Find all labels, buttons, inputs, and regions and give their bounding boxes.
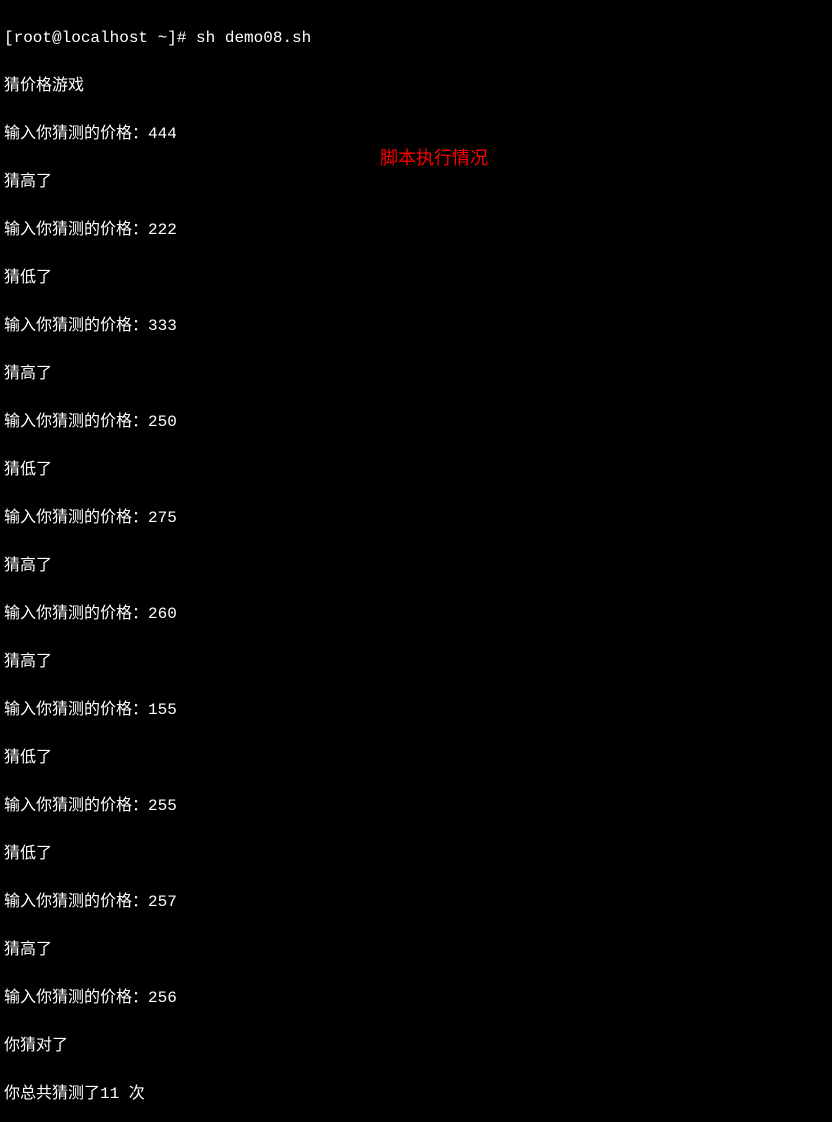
guess-prompt-line: 输入你猜测的价格：260 [4, 602, 828, 626]
annotation-label: 脚本执行情况 [380, 145, 488, 172]
shell-prompt: [root@localhost ~]# [4, 29, 196, 47]
guess-prompt-line: 输入你猜测的价格：222 [4, 218, 828, 242]
guess-prompt-line: 输入你猜测的价格：155 [4, 698, 828, 722]
guess-prompt-line: 输入你猜测的价格：275 [4, 506, 828, 530]
guess-result: 猜高了 [4, 650, 828, 674]
guess-prompt-line: 输入你猜测的价格：444 [4, 122, 828, 146]
command-text: sh demo08.sh [196, 29, 311, 47]
guess-result: 猜高了 [4, 938, 828, 962]
guess-prompt-line: 输入你猜测的价格：255 [4, 794, 828, 818]
command-line: [root@localhost ~]# sh demo08.sh [4, 26, 828, 50]
guess-result: 猜低了 [4, 458, 828, 482]
guess-result: 你猜对了 [4, 1034, 828, 1058]
guess-result: 猜高了 [4, 362, 828, 386]
guess-prompt-line: 输入你猜测的价格：333 [4, 314, 828, 338]
guess-result: 猜低了 [4, 842, 828, 866]
game-title: 猜价格游戏 [4, 74, 828, 98]
guess-prompt-line: 输入你猜测的价格：257 [4, 890, 828, 914]
guess-result: 猜低了 [4, 266, 828, 290]
guess-result: 猜低了 [4, 746, 828, 770]
guess-result: 猜高了 [4, 554, 828, 578]
guess-prompt-line: 输入你猜测的价格：250 [4, 410, 828, 434]
guess-prompt-line: 输入你猜测的价格：256 [4, 986, 828, 1010]
summary-line: 你总共猜测了11 次 [4, 1082, 828, 1106]
guess-result: 猜高了 [4, 170, 828, 194]
